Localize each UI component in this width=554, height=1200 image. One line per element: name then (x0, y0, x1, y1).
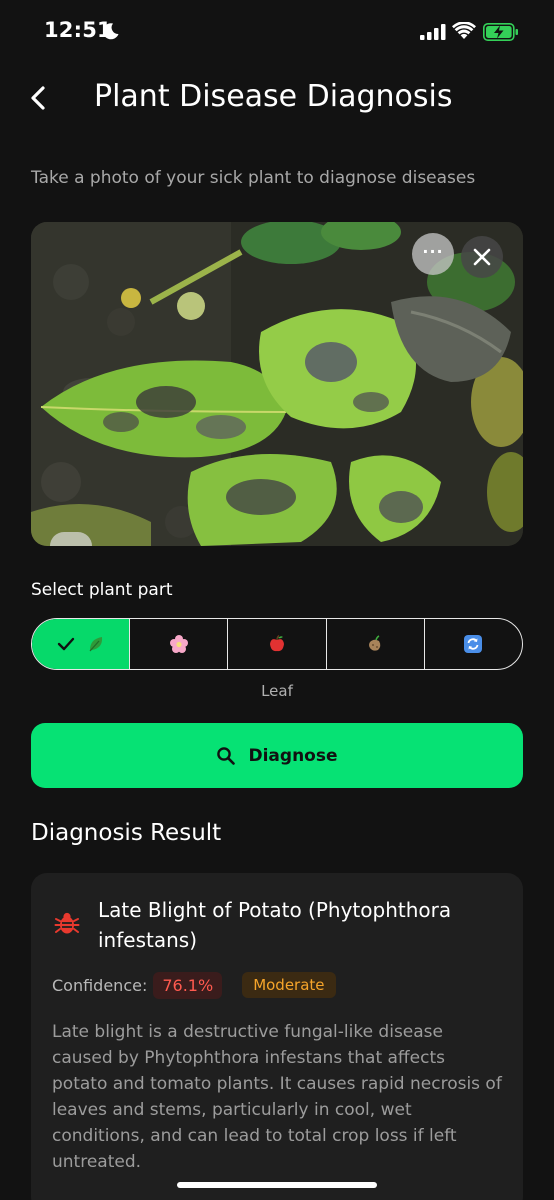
page-title: Plant Disease Diagnosis (94, 79, 453, 114)
disease-description: Late blight is a destructive fungal-like… (52, 1022, 502, 1172)
photo-overlay-handle (50, 532, 92, 546)
bug-icon (54, 912, 80, 934)
moon-icon (102, 23, 119, 40)
leaf-icon (89, 637, 102, 652)
wifi-icon (452, 22, 476, 39)
confidence-value-badge: 76.1% (153, 971, 223, 999)
plant-part-option-whole[interactable] (425, 619, 522, 669)
severity-badge: Moderate (242, 972, 336, 998)
plant-part-option-fruit[interactable] (228, 619, 327, 669)
plant-photo[interactable] (31, 222, 523, 546)
selected-part-label: Leaf (261, 682, 293, 700)
more-options-button[interactable]: ··· (412, 233, 454, 275)
back-arrow-icon[interactable] (24, 82, 54, 114)
header: Plant Disease Diagnosis (0, 70, 554, 130)
confidence-row: Confidence: 76.1% Moderate (52, 970, 336, 1000)
apple-icon (270, 634, 284, 652)
plant-photo-image (31, 222, 523, 546)
root-icon (369, 635, 381, 651)
confidence-label: Confidence: (52, 975, 148, 995)
plant-part-heading: Select plant part (31, 580, 173, 600)
diagnose-button-label: Diagnose (248, 745, 338, 766)
remove-photo-button[interactable] (461, 236, 503, 278)
close-icon (473, 248, 491, 266)
plant-part-option-leaf[interactable] (32, 619, 131, 669)
plant-part-option-flower[interactable] (130, 619, 229, 669)
home-indicator[interactable] (177, 1182, 377, 1188)
diagnosis-result-card: Late Blight of Potato (Phytophthora infe… (31, 873, 523, 1200)
plant-part-option-root[interactable] (327, 619, 425, 669)
diagnose-button[interactable]: Diagnose (31, 723, 523, 788)
checkmark-icon (57, 637, 74, 651)
battery-charging-icon (483, 23, 518, 41)
disease-name: Late Blight of Potato (Phytophthora infe… (98, 898, 452, 952)
result-heading: Diagnosis Result (31, 820, 222, 846)
search-icon (217, 746, 236, 765)
more-options-icon: ··· (422, 242, 444, 261)
page-subtitle: Take a photo of your sick plant to diagn… (31, 168, 476, 188)
plant-part-selector (31, 618, 523, 670)
refresh-icon (464, 635, 483, 653)
flower-icon (169, 635, 188, 653)
status-bar: 12:51 (0, 0, 554, 64)
cellular-signal-icon (420, 24, 446, 40)
